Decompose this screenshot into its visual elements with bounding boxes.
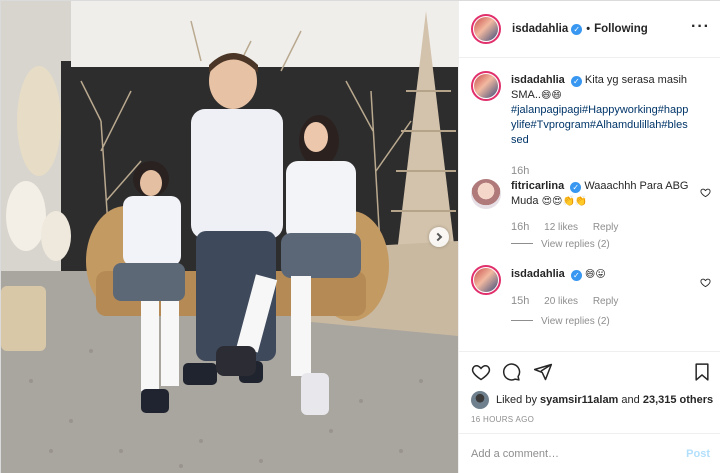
comment-likes[interactable]: 20 likes — [544, 296, 578, 307]
liker-username[interactable]: syamsir11alam — [540, 394, 618, 406]
comment-meta: 15h 20 likes Reply — [511, 295, 630, 307]
comment-item: isdadahlia ✓ 😄😛 15h 20 likes Reply View … — [471, 265, 711, 345]
like-comment-heart-icon[interactable] — [700, 187, 711, 198]
commenter-avatar[interactable] — [471, 179, 501, 209]
post-timestamp[interactable]: 16 HOURS AGO — [471, 415, 534, 424]
instagram-post-modal: isdadahlia ✓ • Following ··· isdadahlia … — [0, 0, 720, 473]
verified-badge-icon: ✓ — [570, 270, 582, 281]
caption-time[interactable]: 16h — [511, 165, 529, 177]
view-replies-label: View replies (2) — [541, 316, 610, 327]
comment-emojis: 😄😛 — [584, 269, 606, 280]
comment-username[interactable]: isdadahlia — [511, 268, 565, 280]
comment-meta: 16h 12 likes Reply — [511, 221, 630, 233]
post-side-panel: isdadahlia ✓ • Following ··· isdadahlia … — [458, 1, 720, 473]
author-avatar[interactable] — [471, 14, 501, 44]
likes-summary: Liked by syamsir11alam and 23,315 others — [471, 391, 713, 409]
chevron-right-icon — [433, 232, 443, 242]
following-button[interactable]: Following — [594, 23, 648, 35]
view-replies-label: View replies (2) — [541, 239, 610, 250]
caption-emojis: 😄😄 — [540, 90, 562, 101]
reply-button[interactable]: Reply — [593, 222, 619, 233]
comment-bubble-icon[interactable] — [501, 362, 521, 382]
share-paper-plane-icon[interactable] — [533, 362, 553, 382]
verified-badge-icon: ✓ — [571, 23, 583, 35]
carousel-next-button[interactable] — [429, 227, 449, 247]
comment-username[interactable]: fitricarlina — [511, 180, 564, 192]
likes-connector: and — [621, 394, 640, 406]
comment-time[interactable]: 15h — [511, 295, 529, 307]
comment-time[interactable]: 16h — [511, 221, 529, 233]
comment-body: isdadahlia ✓ 😄😛 — [511, 267, 691, 282]
reply-button[interactable]: Reply — [593, 296, 619, 307]
more-horizontal-icon[interactable]: ··· — [691, 19, 710, 35]
likes-prefix: Liked by — [496, 394, 537, 406]
caption-item: isdadahlia ✓ Kita yg serasa masih SMA..😄… — [471, 71, 711, 181]
comments-list[interactable]: isdadahlia ✓ Kita yg serasa masih SMA..😄… — [459, 59, 720, 351]
caption-avatar[interactable] — [471, 71, 501, 101]
likes-count-others[interactable]: 23,315 others — [643, 394, 713, 406]
like-comment-heart-icon[interactable] — [700, 277, 711, 288]
commenter-avatar[interactable] — [471, 265, 501, 295]
photo-illustration — [1, 1, 458, 473]
save-bookmark-icon[interactable] — [692, 362, 712, 382]
comment-likes[interactable]: 12 likes — [544, 222, 578, 233]
view-replies-button[interactable]: View replies (2) — [511, 239, 610, 250]
separator-dot: • — [586, 23, 591, 35]
add-comment-input[interactable] — [471, 448, 687, 460]
comment-body: fitricarlina ✓ Waaachhh Para ABG Muda 😍😍… — [511, 179, 691, 209]
caption-body: isdadahlia ✓ Kita yg serasa masih SMA..😄… — [511, 73, 691, 148]
view-replies-button[interactable]: View replies (2) — [511, 316, 610, 327]
comment-item: fitricarlina ✓ Waaachhh Para ABG Muda 😍😍… — [471, 179, 711, 259]
caption-meta: 16h — [511, 165, 541, 177]
post-photo[interactable] — [1, 1, 458, 473]
comment-emojis: 😍😍👏👏 — [541, 196, 588, 207]
caption-hashtags[interactable]: #jalanpagipagi#Happyworking#happylife#Tv… — [511, 104, 688, 146]
verified-badge-icon: ✓ — [570, 76, 582, 87]
author-username[interactable]: isdadahlia — [512, 23, 568, 35]
caption-username[interactable]: isdadahlia — [511, 74, 565, 86]
liker-avatar[interactable] — [471, 391, 489, 409]
add-comment-bar: Post — [459, 433, 720, 473]
post-comment-button[interactable]: Post — [686, 448, 710, 460]
like-heart-icon[interactable] — [471, 362, 491, 382]
verified-badge-icon: ✓ — [570, 182, 582, 193]
post-header: isdadahlia ✓ • Following ··· — [459, 1, 720, 58]
